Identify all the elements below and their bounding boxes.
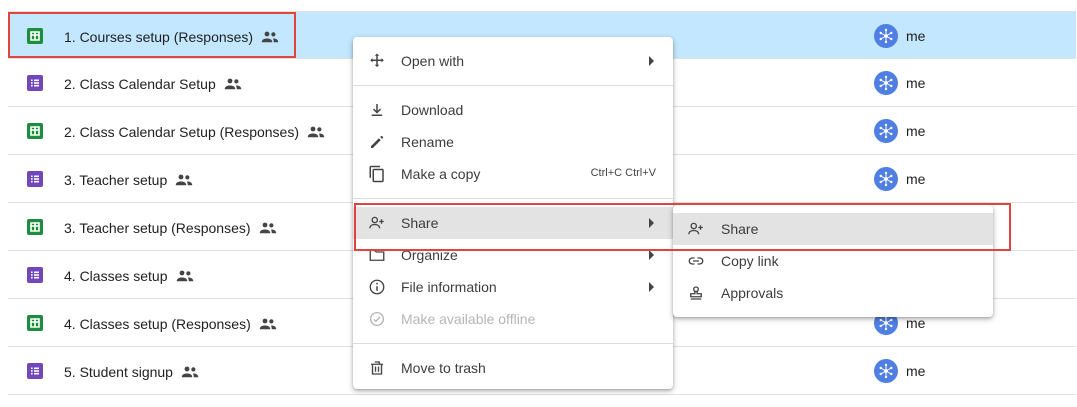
google-sheets-icon — [27, 219, 43, 235]
google-sheets-icon — [27, 28, 43, 44]
menu-item-move-to-trash[interactable]: Move to trash — [353, 352, 673, 384]
make-copy-shortcut: Ctrl+C Ctrl+V — [590, 167, 656, 179]
share-submenu: Share Copy link Approvals — [673, 205, 993, 317]
owner-name: me — [906, 123, 926, 139]
link-icon — [688, 257, 704, 265]
owner-cell: me — [874, 167, 925, 191]
file-name-text: 4. Classes setup (Responses) — [64, 316, 251, 332]
owner-name: me — [906, 315, 926, 331]
shared-people-icon — [261, 30, 279, 44]
menu-item-make-copy[interactable]: Make a copy Ctrl+C Ctrl+V — [353, 158, 673, 190]
shared-people-icon — [176, 269, 194, 283]
pencil-icon — [371, 135, 384, 148]
file-name-text: 5. Student signup — [64, 364, 173, 380]
google-sheets-icon — [27, 123, 43, 139]
file-name-text: 1. Courses setup (Responses) — [64, 29, 254, 45]
submenu-arrow-icon — [649, 282, 654, 292]
menu-label-share: Share — [401, 215, 439, 231]
menu-label-open-with: Open with — [401, 53, 465, 69]
shared-people-icon — [259, 221, 277, 235]
file-name: 3. Teacher setup — [64, 171, 193, 189]
file-name-text: 2. Class Calendar Setup (Responses) — [64, 124, 300, 140]
menu-item-download[interactable]: Download — [353, 94, 673, 126]
owner-cell: me — [874, 71, 925, 95]
menu-divider — [353, 85, 673, 86]
submenu-item-approvals[interactable]: Approvals — [673, 277, 993, 309]
file-name-text: 3. Teacher setup (Responses) — [64, 220, 251, 236]
google-forms-icon — [27, 267, 43, 283]
person-add-icon — [688, 222, 703, 235]
submenu-arrow-icon — [649, 218, 654, 228]
avatar-icon — [874, 71, 898, 95]
person-add-icon — [369, 216, 384, 229]
owner-name: me — [906, 363, 926, 379]
info-icon — [369, 279, 385, 295]
file-name: 2. Class Calendar Setup — [64, 75, 242, 93]
file-name: 4. Classes setup (Responses) — [64, 315, 277, 333]
offline-check-icon — [369, 311, 385, 327]
avatar-icon — [874, 24, 898, 48]
owner-cell: me — [874, 24, 925, 48]
menu-divider — [353, 198, 673, 199]
google-sheets-icon — [27, 315, 43, 331]
menu-item-share[interactable]: Share — [353, 207, 673, 239]
file-name: 2. Class Calendar Setup (Responses) — [64, 123, 325, 141]
menu-item-open-with[interactable]: Open with — [353, 45, 673, 77]
shared-people-icon — [307, 125, 325, 139]
avatar-icon — [874, 359, 898, 383]
move-arrows-icon — [370, 53, 384, 67]
file-name: 1. Courses setup (Responses) — [64, 28, 279, 46]
menu-item-make-offline: Make available offline — [353, 303, 673, 335]
menu-divider — [353, 343, 673, 344]
submenu-label-copy-link: Copy link — [721, 253, 779, 269]
owner-name: me — [906, 28, 926, 44]
shared-people-icon — [224, 77, 242, 91]
folder-icon — [369, 249, 385, 261]
shared-people-icon — [259, 317, 277, 331]
menu-label-download: Download — [401, 102, 464, 118]
menu-item-rename[interactable]: Rename — [353, 126, 673, 158]
menu-item-file-information[interactable]: File information — [353, 271, 673, 303]
owner-cell: me — [874, 119, 925, 143]
owner-name: me — [906, 171, 926, 187]
shared-people-icon — [175, 173, 193, 187]
file-name-text: 4. Classes setup — [64, 268, 168, 284]
context-menu: Open with Download Rename Make a copy Ct… — [353, 37, 673, 389]
google-forms-icon — [27, 363, 43, 379]
menu-label-make-offline: Make available offline — [401, 311, 536, 327]
submenu-item-share[interactable]: Share — [673, 213, 993, 245]
stamp-icon — [690, 286, 702, 300]
drive-page: 1. Courses setup (Responses) me 2. Class C… — [0, 0, 1077, 407]
file-name-text: 3. Teacher setup — [64, 172, 168, 188]
owner-cell: me — [874, 359, 925, 383]
menu-label-file-information: File information — [401, 279, 497, 295]
submenu-item-copy-link[interactable]: Copy link — [673, 245, 993, 277]
file-name: 3. Teacher setup (Responses) — [64, 219, 277, 237]
shared-people-icon — [181, 365, 199, 379]
file-name-text: 2. Class Calendar Setup — [64, 76, 216, 92]
menu-label-make-copy: Make a copy — [401, 166, 481, 182]
menu-label-move-to-trash: Move to trash — [401, 360, 486, 376]
trash-icon — [371, 361, 383, 375]
google-forms-icon — [27, 171, 43, 187]
submenu-arrow-icon — [649, 250, 654, 260]
avatar-icon — [874, 119, 898, 143]
owner-name: me — [906, 75, 926, 91]
submenu-label-approvals: Approvals — [721, 285, 784, 301]
download-icon — [371, 104, 383, 116]
menu-label-organize: Organize — [401, 247, 458, 263]
google-forms-icon — [27, 75, 43, 91]
copy-icon — [369, 165, 384, 183]
submenu-label-share: Share — [721, 221, 759, 237]
menu-label-rename: Rename — [401, 134, 454, 150]
avatar-icon — [874, 167, 898, 191]
file-name: 5. Student signup — [64, 363, 199, 381]
submenu-arrow-icon — [649, 56, 654, 66]
file-name: 4. Classes setup — [64, 267, 194, 285]
menu-item-organize[interactable]: Organize — [353, 239, 673, 271]
